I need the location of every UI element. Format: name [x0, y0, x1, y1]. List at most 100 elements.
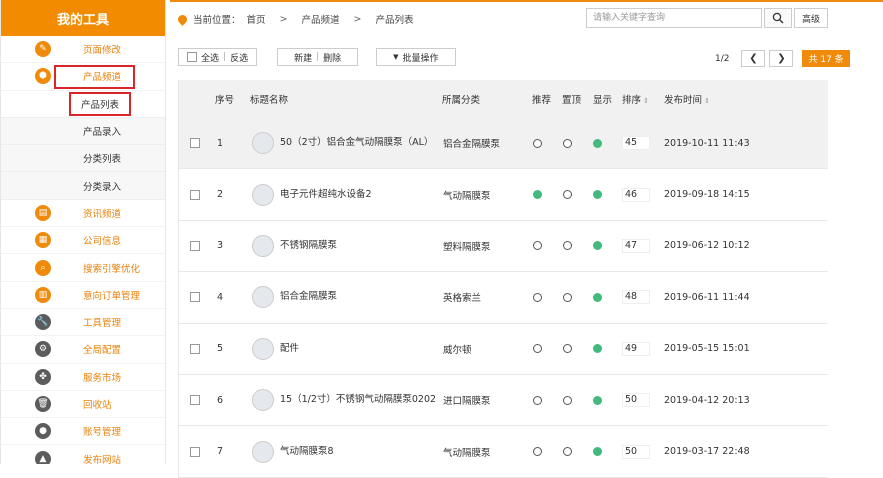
show-toggle[interactable]	[593, 190, 602, 200]
sidebar-item[interactable]: ▦ 公司信息	[1, 227, 165, 255]
sort-order-input[interactable]: 48	[622, 290, 650, 305]
header-sort-label: 排序	[622, 95, 642, 106]
header-title[interactable]: 标题名称	[250, 92, 288, 106]
sidebar-item[interactable]: 🗑 回收站	[1, 391, 165, 419]
sidebar-subitem[interactable]: 分类录入	[1, 172, 165, 200]
sidebar-item[interactable]: ⚙ 全局配置	[1, 336, 165, 364]
header-category[interactable]: 所属分类	[442, 92, 480, 106]
table-row[interactable]: 6 15（1/2寸）不锈钢气动隔膜泵0202 进口隔膜泵 50 2019-04-12 2…	[179, 374, 828, 427]
table-header: 序号 标题名称 所属分类 推荐 置顶 显示 排序 ⇕ 发布时间 ⇕	[179, 80, 828, 118]
select-all-checkbox[interactable]	[187, 52, 197, 62]
top-toggle[interactable]	[563, 292, 572, 302]
product-thumbnail	[252, 440, 274, 463]
table-row[interactable]: 1 50（2寸）铝合金气动隔膜泵（AL） 铝合金隔膜泵 45 2019-10-11 11…	[179, 118, 828, 170]
row-category: 威尔顿	[443, 344, 472, 356]
row-index: 4	[217, 291, 224, 303]
company-icon: ▦	[35, 232, 51, 249]
sidebar-subitem[interactable]: 分类列表	[1, 145, 165, 173]
sidebar-subitem[interactable]: 产品录入	[1, 117, 165, 146]
select-all-button[interactable]: 全选	[201, 51, 219, 64]
sort-order-input[interactable]: 50	[622, 444, 650, 459]
recommend-toggle[interactable]	[533, 292, 542, 302]
batch-operation-button[interactable]: ▼ 批量操作	[376, 48, 456, 66]
row-checkbox[interactable]	[190, 240, 200, 251]
recommend-toggle[interactable]	[533, 190, 542, 200]
product-title-link[interactable]: 铝合金隔膜泵	[280, 290, 337, 304]
sort-order-input[interactable]: 47	[622, 238, 650, 253]
sidebar-item[interactable]: 🔧 工具管理	[1, 309, 165, 337]
sidebar-item[interactable]: ▥ 意向订单管理	[1, 282, 165, 309]
product-title-link[interactable]: 50（2寸）铝合金气动隔膜泵（AL）	[280, 136, 433, 150]
top-toggle[interactable]	[563, 138, 572, 148]
recommend-toggle[interactable]	[533, 138, 542, 148]
table-row[interactable]: 7 气动隔膜泵8 气动隔膜泵 50 2019-03-17 22:48	[179, 426, 828, 478]
sort-order-input[interactable]: 50	[622, 393, 650, 408]
header-date[interactable]: 发布时间 ⇕	[664, 92, 710, 106]
table-row[interactable]: 3 不锈钢隔膜泵 塑料隔膜泵 47 2019-06-12 10:12	[179, 220, 828, 273]
top-toggle[interactable]	[563, 395, 572, 405]
product-title-link[interactable]: 15（1/2寸）不锈钢气动隔膜泵0202	[280, 393, 436, 407]
row-checkbox[interactable]	[190, 189, 200, 200]
delete-button[interactable]: 删除	[323, 51, 341, 64]
recommend-toggle[interactable]	[533, 395, 542, 405]
row-checkbox[interactable]	[190, 446, 200, 457]
search-input[interactable]: 请输入关键字查询	[586, 8, 762, 28]
product-title-link[interactable]: 气动隔膜泵8	[280, 445, 334, 459]
product-thumbnail	[252, 183, 274, 206]
sidebar-item[interactable]: ● 账号管理	[1, 418, 165, 446]
product-title-link[interactable]: 电子元件超纯水设备2	[280, 188, 372, 202]
recommend-toggle[interactable]	[533, 447, 542, 457]
invert-select-button[interactable]: 反选	[230, 51, 248, 64]
table-row[interactable]: 5 配件 威尔顿 49 2019-05-15 15:01	[179, 323, 828, 375]
show-toggle[interactable]	[593, 395, 602, 405]
sort-order-input[interactable]: 46	[622, 187, 650, 202]
recommend-toggle[interactable]	[533, 344, 542, 354]
table-row[interactable]: 4 铝合金隔膜泵 英格索兰 48 2019-06-11 11:44	[179, 272, 828, 324]
product-thumbnail	[252, 337, 274, 360]
sidebar-item[interactable]: ▤ 资讯频道	[1, 200, 165, 228]
new-button[interactable]: 新建	[294, 51, 312, 64]
show-toggle[interactable]	[593, 241, 602, 251]
row-checkbox[interactable]	[190, 343, 200, 354]
next-page-button[interactable]: ❯	[769, 50, 794, 67]
breadcrumb-product-channel[interactable]: 产品频道	[302, 12, 340, 26]
prev-page-button[interactable]: ❮	[741, 50, 766, 67]
product-title-link[interactable]: 配件	[280, 342, 299, 356]
row-checkbox[interactable]	[190, 292, 200, 303]
row-category: 铝合金隔膜泵	[443, 139, 501, 151]
news-icon: ▤	[35, 204, 51, 221]
sidebar-item-label: 发布网站	[83, 454, 122, 464]
search-icon	[772, 12, 784, 24]
advanced-search-button[interactable]: 高级	[794, 8, 828, 28]
sort-order-input[interactable]: 45	[622, 136, 650, 151]
show-toggle[interactable]	[593, 447, 602, 457]
table-row[interactable]: 2 电子元件超纯水设备2 气动隔膜泵 46 2019-09-18 14:15	[179, 169, 828, 221]
caret-down-icon: ▼	[393, 53, 399, 61]
row-checkbox[interactable]	[190, 138, 200, 149]
row-date: 2019-06-11 11:44	[664, 291, 750, 303]
product-title-link[interactable]: 不锈钢隔膜泵	[280, 239, 337, 253]
sidebar-item[interactable]: ▲ 发布网站	[1, 445, 165, 464]
row-checkbox[interactable]	[190, 395, 200, 406]
recommend-toggle[interactable]	[533, 241, 542, 251]
sidebar-item[interactable]: ✤ 服务市场	[1, 364, 165, 391]
top-toggle[interactable]	[563, 241, 572, 251]
breadcrumb: 当前位置： 首页 > 产品频道 > 产品列表	[176, 12, 414, 26]
breadcrumb-home[interactable]: 首页	[247, 12, 266, 26]
sidebar-subitem[interactable]: 产品列表	[1, 90, 165, 118]
header-sort[interactable]: 排序 ⇕	[622, 92, 649, 106]
sort-order-input[interactable]: 49	[622, 341, 650, 356]
show-toggle[interactable]	[593, 292, 602, 302]
product-table: 序号 标题名称 所属分类 推荐 置顶 显示 排序 ⇕ 发布时间 ⇕ 1 50（2寸）铝…	[178, 80, 828, 478]
top-toggle[interactable]	[563, 190, 572, 200]
top-toggle[interactable]	[563, 344, 572, 354]
show-toggle[interactable]	[593, 138, 602, 148]
sort-arrows-icon: ⇕	[643, 97, 649, 105]
sidebar-item[interactable]: ✎ 页面修改	[1, 36, 165, 64]
show-toggle[interactable]	[593, 344, 602, 354]
sidebar-item[interactable]: ⌕ 搜索引擎优化	[1, 254, 165, 282]
breadcrumb-product-list: 产品列表	[375, 15, 414, 26]
search-button[interactable]	[764, 8, 792, 28]
sidebar-item[interactable]: ⬢ 产品频道	[1, 63, 165, 91]
top-toggle[interactable]	[563, 447, 572, 457]
